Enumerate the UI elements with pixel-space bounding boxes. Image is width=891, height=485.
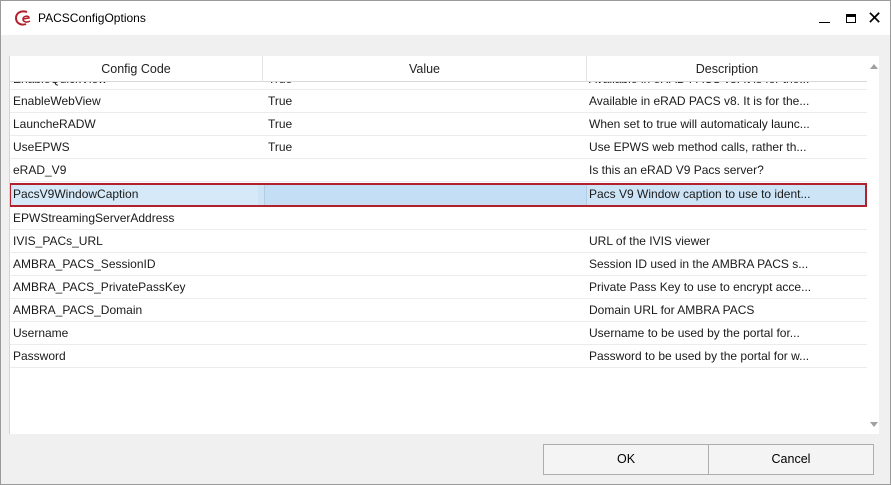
dialog-footer: OK Cancel (9, 434, 879, 480)
column-header-value[interactable]: Value (263, 56, 587, 82)
table-row[interactable]: AMBRA_PACS_SessionID Session ID used in … (10, 253, 867, 276)
table-row[interactable]: AMBRA_PACS_PrivatePassKey Private Pass K… (10, 276, 867, 299)
cell-description (589, 207, 865, 229)
scroll-up-arrow-icon[interactable] (870, 64, 878, 69)
table-row[interactable]: EPWStreamingServerAddress (10, 207, 867, 230)
cell-config-code: Password (13, 349, 66, 363)
minimize-icon (818, 21, 830, 23)
vertical-scrollbar[interactable] (867, 56, 879, 434)
table-row[interactable]: eRAD_V9 Is this an eRAD V9 Pacs server? (10, 159, 867, 182)
ok-button[interactable]: OK (543, 444, 709, 475)
close-button[interactable]: ✕ (859, 1, 890, 35)
cell-config-code: AMBRA_PACS_Domain (13, 303, 143, 317)
table-row[interactable]: Username Username to be used by the port… (10, 322, 867, 345)
table-row[interactable]: Password Password to be used by the port… (10, 345, 867, 368)
cell-description: When set to true will automaticaly launc… (589, 117, 810, 131)
cell-config-code: LauncheRADW (13, 117, 96, 131)
cell-config-code: EPWStreamingServerAddress (13, 211, 175, 225)
cell-config-code: IVIS_PACs_URL (13, 234, 103, 248)
cell-value[interactable] (268, 207, 578, 229)
cell-description: Is this an eRAD V9 Pacs server? (589, 163, 764, 177)
table-row[interactable]: IVIS_PACs_URL URL of the IVIS viewer (10, 230, 867, 253)
cell-description: Available in eRAD PACS v8. It is for the… (589, 82, 865, 89)
title-bar[interactable]: PACSConfigOptions ✕ (1, 1, 890, 35)
cell-config-code: EnableQuickView (13, 82, 258, 89)
cell-description: Password to be used by the portal for w.… (589, 349, 810, 363)
table-row[interactable]: EnableQuickView True Available in eRAD P… (10, 82, 867, 90)
cell-config-code: AMBRA_PACS_PrivatePassKey (13, 280, 186, 294)
cell-description: URL of the IVIS viewer (589, 234, 710, 248)
scroll-down-arrow-icon[interactable] (870, 422, 878, 427)
cell-value[interactable] (268, 253, 578, 275)
pacs-config-options-window: PACSConfigOptions ✕ Config Code Value De… (0, 0, 891, 485)
column-header-config-code[interactable]: Config Code (10, 56, 263, 82)
cell-value[interactable] (268, 230, 578, 252)
cell-description: Available in eRAD PACS v8. It is for the… (589, 94, 810, 108)
cell-description: Username to be used by the portal for... (589, 326, 800, 340)
cell-value[interactable]: True (268, 113, 578, 135)
cell-value[interactable]: True (268, 82, 578, 89)
cancel-button[interactable]: Cancel (708, 444, 874, 475)
cell-config-code: AMBRA_PACS_SessionID (13, 257, 156, 271)
grid-header: Config Code Value Description (10, 56, 879, 82)
cell-value[interactable] (268, 345, 578, 367)
cell-value[interactable]: True (268, 90, 578, 112)
cell-description: Domain URL for AMBRA PACS (589, 303, 755, 317)
cell-config-code: PacsV9WindowCaption (13, 183, 258, 205)
cell-config-code: UseEPWS (13, 140, 70, 154)
close-icon: ✕ (866, 8, 883, 28)
cell-config-code: EnableWebView (13, 94, 101, 108)
maximize-icon (846, 13, 856, 23)
column-header-description[interactable]: Description (587, 56, 867, 82)
erad-logo-icon (14, 10, 31, 26)
table-row[interactable]: LauncheRADW True When set to true will a… (10, 113, 867, 136)
cell-description: Use EPWS web method calls, rather th... (589, 140, 807, 154)
window-title: PACSConfigOptions (38, 11, 146, 25)
cell-value[interactable] (268, 159, 578, 181)
table-row[interactable]: EnableWebView True Available in eRAD PAC… (10, 90, 867, 113)
table-row[interactable]: UseEPWS True Use EPWS web method calls, … (10, 136, 867, 159)
cell-value[interactable]: True (268, 136, 578, 158)
cell-config-code: eRAD_V9 (13, 163, 67, 177)
cell-value[interactable] (268, 183, 578, 205)
cell-description: Private Pass Key to use to encrypt acce.… (589, 280, 812, 294)
cell-config-code: Username (13, 326, 69, 340)
cell-value[interactable] (268, 322, 578, 344)
config-grid[interactable]: Config Code Value Description EnableQuic… (9, 56, 879, 434)
cell-value[interactable] (268, 299, 578, 321)
cell-description: Pacs V9 Window caption to use to ident..… (589, 187, 811, 201)
cell-value[interactable] (268, 276, 578, 298)
table-row-selected[interactable]: PacsV9WindowCaption Pacs V9 Window capti… (10, 183, 867, 207)
table-row[interactable]: AMBRA_PACS_Domain Domain URL for AMBRA P… (10, 299, 867, 322)
cell-description: Session ID used in the AMBRA PACS s... (589, 257, 809, 271)
